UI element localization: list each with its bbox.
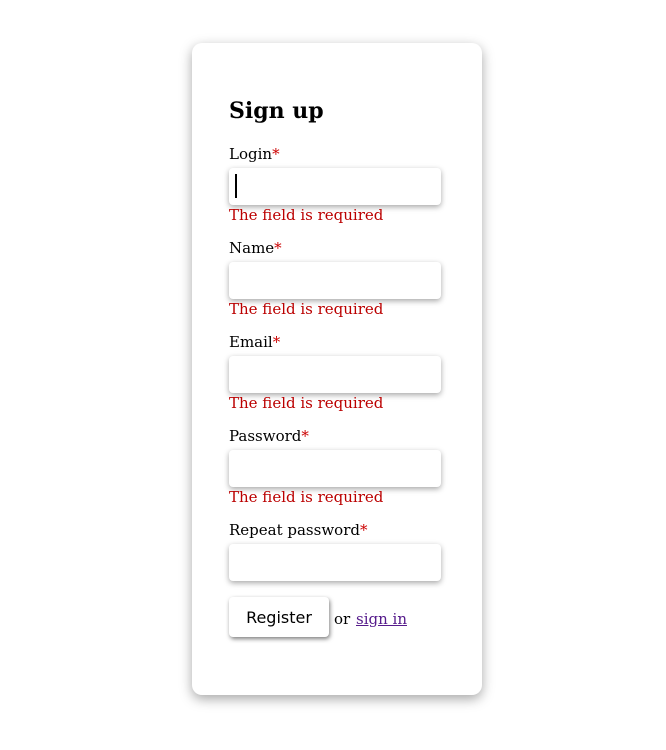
- page-title: Sign up: [229, 98, 324, 124]
- email-label-text: Email: [229, 333, 273, 351]
- email-label: Email*: [229, 332, 280, 352]
- repeat-password-label-text: Repeat password: [229, 521, 360, 539]
- repeat-password-label: Repeat password*: [229, 520, 367, 540]
- password-error: The field is required: [229, 488, 384, 506]
- or-text: or: [334, 610, 351, 628]
- text-caret: [235, 174, 237, 198]
- sign-in-link[interactable]: sign in: [356, 609, 407, 629]
- name-error: The field is required: [229, 300, 384, 318]
- required-mark: *: [274, 239, 282, 257]
- repeat-password-input[interactable]: [229, 544, 441, 581]
- email-error: The field is required: [229, 394, 384, 412]
- name-label: Name*: [229, 238, 282, 258]
- login-label-text: Login: [229, 145, 273, 163]
- login-label: Login*: [229, 144, 280, 164]
- required-mark: *: [272, 333, 281, 351]
- required-mark: *: [359, 521, 368, 539]
- name-label-text: Name: [229, 239, 275, 257]
- name-input[interactable]: [229, 262, 441, 299]
- login-error: The field is required: [229, 206, 384, 224]
- required-mark: *: [301, 427, 309, 445]
- email-input[interactable]: [229, 356, 441, 393]
- register-button[interactable]: Register: [229, 597, 329, 637]
- password-input[interactable]: [229, 450, 441, 487]
- signup-card: Sign up Login* The field is required Nam…: [192, 43, 482, 695]
- password-label: Password*: [229, 426, 309, 446]
- password-label-text: Password: [229, 427, 302, 445]
- required-mark: *: [272, 145, 280, 163]
- login-input[interactable]: [229, 168, 441, 205]
